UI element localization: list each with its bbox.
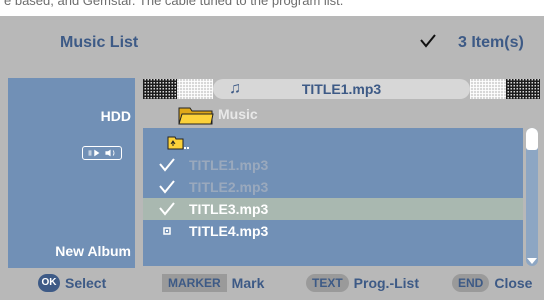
folder-name: Music <box>218 106 258 122</box>
audio-file-icon <box>163 227 171 235</box>
hint-close[interactable]: END Close <box>452 274 532 294</box>
hint-label: Prog.-List <box>353 275 420 291</box>
list-item-label: TITLE4.mp3 <box>189 223 269 239</box>
list-item[interactable]: TITLE1.mp3 <box>143 154 523 176</box>
side-panel: HDD New Album <box>8 78 135 268</box>
check-icon <box>159 180 175 194</box>
hint-mark[interactable]: MARKER Mark <box>162 274 264 294</box>
source-label[interactable]: HDD <box>101 108 131 124</box>
list-item[interactable]: TITLE4.mp3 <box>143 220 523 242</box>
hint-label: Mark <box>231 275 265 291</box>
scrollbar[interactable] <box>526 128 538 266</box>
now-playing-display: ♫ TITLE1.mp3 <box>213 79 470 99</box>
list-item-label: TITLE2.mp3 <box>189 179 269 195</box>
check-icon <box>159 202 175 216</box>
list-item-parent-folder[interactable] <box>143 132 523 154</box>
end-key: END <box>452 274 490 292</box>
item-count: 3 Item(s) <box>458 34 524 51</box>
page-title: Music List <box>60 34 139 51</box>
now-playing-bar: ♫ TITLE1.mp3 <box>143 79 540 99</box>
list-item-label: TITLE3.mp3 <box>189 201 269 217</box>
list-item-label: TITLE1.mp3 <box>189 157 269 173</box>
key-hints-bar: OK Select MARKER Mark TEXT Prog.-List END Cl… <box>0 268 544 300</box>
list-item[interactable]: TITLE2.mp3 <box>143 176 523 198</box>
text-key: TEXT <box>306 274 349 292</box>
folder-icon <box>178 107 214 125</box>
new-album-button[interactable]: New Album <box>55 243 131 259</box>
scroll-thumb[interactable] <box>526 128 538 150</box>
check-icon <box>420 34 436 48</box>
parent-folder-icon <box>167 136 189 150</box>
play-pause-icon[interactable] <box>82 146 122 160</box>
hint-label: Close <box>494 275 533 291</box>
level-meter-left <box>143 79 213 99</box>
hint-label: Select <box>65 275 107 291</box>
document-fragment: e based, and Gemstar. The cable tuned to… <box>0 0 544 16</box>
hint-select[interactable]: OK Select <box>38 274 106 294</box>
scroll-down-icon[interactable] <box>527 258 537 264</box>
hint-program-list[interactable]: TEXT Prog.-List <box>306 274 419 294</box>
top-fragment-text: e based, and Gemstar. The cable tuned to… <box>4 0 344 8</box>
ok-key: OK <box>38 274 60 292</box>
marker-key: MARKER <box>162 274 227 292</box>
now-playing-title: TITLE1.mp3 <box>301 81 382 97</box>
music-file-list: TITLE1.mp3 TITLE2.mp3 TITLE3.mp3 TITLE4.… <box>143 128 523 266</box>
check-icon <box>159 158 175 172</box>
list-item-selected[interactable]: TITLE3.mp3 <box>143 198 523 220</box>
level-meter-right <box>470 79 540 99</box>
